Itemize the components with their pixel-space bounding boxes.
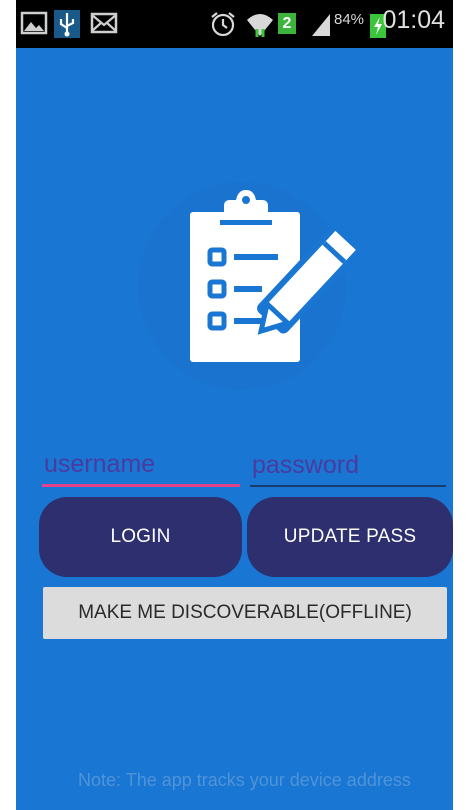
username-input[interactable] (42, 445, 240, 487)
footer-note: Note: The app tracks your device address (78, 770, 411, 790)
update-pass-button[interactable]: UPDATE PASS (247, 497, 453, 577)
app-screen: 2 84% 01:04 LOGIN UPDATE PASS (16, 0, 453, 810)
alarm-icon (211, 12, 235, 37)
mail-icon (90, 12, 118, 34)
make-discoverable-button[interactable]: MAKE ME DISCOVERABLE(OFFLINE) (43, 587, 447, 639)
status-bar: 2 84% 01:04 (16, 0, 453, 48)
wifi-icon (247, 14, 273, 37)
gallery-icon (20, 11, 48, 35)
battery-percent: 84% (334, 11, 365, 28)
password-input[interactable] (250, 445, 446, 487)
clock: 01:04 (382, 6, 445, 34)
signal-icon (312, 14, 330, 36)
usb-icon (54, 10, 80, 38)
clipboard-pencil-icon (190, 190, 356, 362)
sim-badge-icon: 2 (278, 13, 296, 34)
login-button[interactable]: LOGIN (39, 497, 242, 577)
